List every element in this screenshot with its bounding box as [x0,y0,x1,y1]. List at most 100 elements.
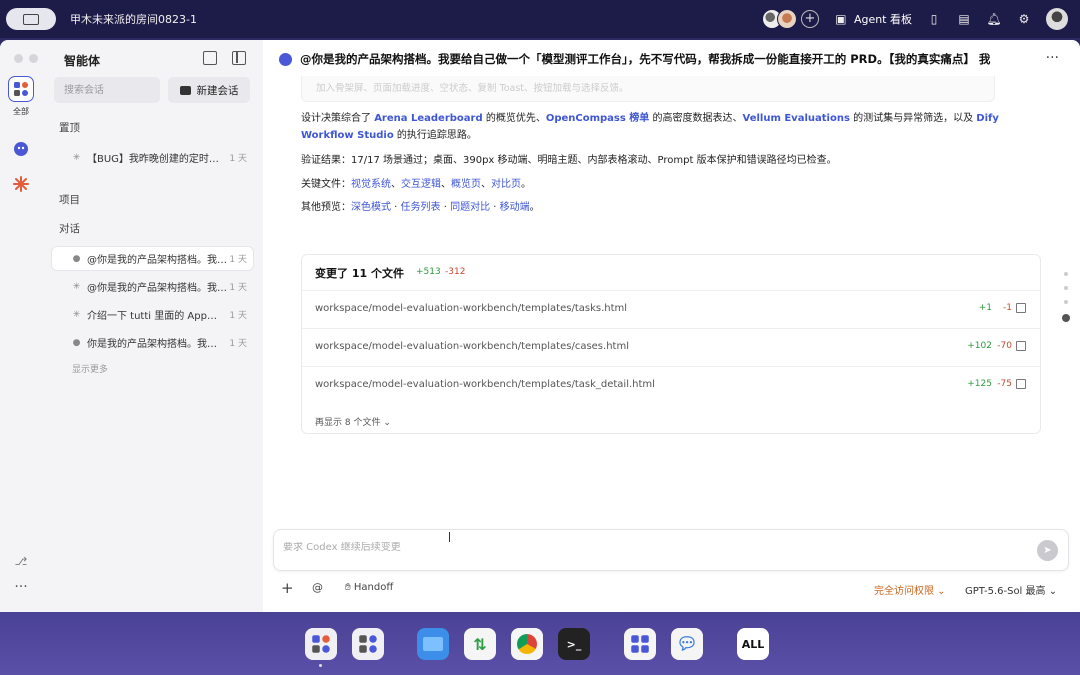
dock-app-grid[interactable] [624,628,656,660]
faded-text: 加入骨架屏、页面加载进度、空状态、复制 Toast、按钮加载与选择反馈。 [316,83,629,94]
pinned-item[interactable]: ✳ 【BUG】我昨晚创建的定时… 1 天 [52,146,253,169]
gear-icon[interactable]: ⚙ [1016,11,1032,27]
chat-item[interactable]: ● @你是我的产品架构搭档。我… 1 天 [52,247,253,270]
dock-app-all[interactable]: ALL [737,628,769,660]
open-external-icon[interactable] [203,51,217,65]
total-added: +513 [416,267,441,277]
agent-board-button[interactable]: ▣ Agent 看板 [833,11,912,27]
dock-app-transfer[interactable]: ⇅ [464,628,496,660]
toggle-sidebar-icon[interactable] [232,51,246,65]
prompt-input[interactable] [283,542,983,553]
terminal-icon: >_ [566,637,582,651]
conversation-pane: @你是我的产品架构搭档。我要给自己做一个「模型测评工作台」，先不写代码，帮我拆成… [263,40,1080,612]
apps-grid-icon [631,635,649,653]
rail-agent-button[interactable] [8,136,34,162]
file-row[interactable]: workspace/model-evaluation-workbench/tem… [302,290,1040,328]
total-removed: -312 [445,267,466,277]
rail-all-button[interactable] [8,76,34,102]
link-compare[interactable]: 对比页 [491,179,521,190]
more-icon[interactable]: ··· [8,574,34,600]
changed-files-card: 变更了 11 个文件 +513 -312 workspace/model-eva… [301,254,1041,434]
dock-app-chat[interactable]: 💬︎ [671,628,703,660]
participants[interactable]: + [761,9,819,29]
spark-icon: ✳ [72,309,81,320]
link-dify[interactable]: Dify [976,113,999,124]
user-avatar[interactable] [1046,8,1068,30]
conversation-header: @你是我的产品架构搭档。我要给自己做一个「模型测评工作台」，先不写代码，帮我拆成… [279,50,1059,68]
dock-app-agent[interactable] [305,628,337,660]
chat-bubbles-icon: 💬︎ [676,634,698,654]
board-icon: ▣ [835,12,847,26]
chat-item[interactable]: ● 你是我的产品架构搭档。我… 1 天 [52,331,253,354]
all-label: ALL [741,637,765,651]
agent-icon [14,142,28,156]
link-dark-mode[interactable]: 深色模式 [351,202,391,213]
access-select[interactable]: 完全访问权限 ⌄ [874,582,946,597]
rail-all-label: 全部 [13,107,29,116]
mention-icon[interactable]: @ [312,581,323,594]
handoff-button[interactable]: ✋︎ Handoff [345,582,393,593]
composer-toolbar: + @ ✋︎ Handoff 完全访问权限 ⌄ GPT-5.6-Sol 最高 ⌄ [281,579,1061,599]
file-row[interactable]: workspace/model-evaluation-workbench/tem… [302,366,1040,404]
link-arena[interactable]: Arena Leaderboard [374,113,482,124]
chat-item[interactable]: ✳ @你是我的产品架构搭档。我… 1 天 [52,275,253,298]
link-mobile[interactable]: 移动端 [500,202,530,213]
share-icon[interactable]: ⎇ [8,548,34,574]
add-participant-icon[interactable]: + [800,10,819,28]
link-interaction[interactable]: 交互逻辑 [401,179,441,190]
text-cursor [449,532,450,542]
pinned-label: 置顶 [59,122,80,134]
agent-icon [279,52,292,66]
folder-icon [423,637,443,651]
link-task-list[interactable]: 任务列表 [401,202,441,213]
file-row[interactable]: workspace/model-evaluation-workbench/tem… [302,328,1040,366]
file-path: workspace/model-evaluation-workbench/tem… [315,303,628,314]
link-opencompass[interactable]: OpenCompass 榜单 [546,113,649,124]
device-icon[interactable] [6,8,56,30]
dock-app-terminal[interactable]: >_ [558,628,590,660]
dock-app-chrome[interactable] [511,628,543,660]
grid-apps-icon [359,635,377,653]
transfer-icon: ⇅ [473,634,487,654]
design-note: 设计决策综合了 Arena Leaderboard 的概览优先、OpenComp… [301,113,999,141]
dock-app-agents-2[interactable] [352,628,384,660]
link-overview[interactable]: 概览页 [451,179,481,190]
sidebar-title: 智能体 [64,54,101,68]
add-attachment-icon[interactable]: + [281,579,294,597]
dock: ⇅ >_ 💬︎ ALL [0,612,1080,675]
show-more-files-button[interactable]: 再显示 8 个文件 ⌄ [315,415,391,428]
link-vellum[interactable]: Vellum Evaluations [743,113,850,124]
screen-icon[interactable]: ▤ [956,11,972,27]
changed-files-title: 变更了 11 个文件 [315,267,404,280]
open-file-icon[interactable] [1016,341,1026,351]
agent-icon: ● [72,337,81,348]
link-same-question[interactable]: 同题对比 [450,202,490,213]
send-button[interactable]: ➤ [1037,540,1058,561]
link-visual-system[interactable]: 视觉系统 [351,179,391,190]
participant-avatar [776,9,797,29]
bookmark-icon[interactable]: ▯ [926,11,942,27]
dock-app-folder[interactable] [417,628,449,660]
spark-icon: ✳ [72,281,81,292]
scroll-indicator[interactable] [1062,272,1070,322]
projects-label: 项目 [59,194,80,206]
search-input[interactable] [54,77,160,103]
agent-board-label: Agent 看板 [853,13,912,26]
agent-icon: ● [72,253,81,264]
link-workflow-studio[interactable]: Workflow Studio [301,130,394,141]
bell-icon[interactable]: 🔔︎ [986,11,1002,27]
new-chat-button[interactable]: 新建会话 [168,77,250,103]
model-select[interactable]: GPT-5.6-Sol 最高 ⌄ [965,582,1057,597]
verify-result: 验证结果：17/17 场景通过；桌面、390px 移动端、明暗主题、内部表格滚动… [301,155,837,166]
grid-apps-icon [312,635,330,653]
close-dot[interactable] [14,54,23,63]
more-options-icon[interactable]: ··· [1046,50,1059,66]
minimize-dot[interactable] [29,54,38,63]
chat-item[interactable]: ✳ 介绍一下 tutti 里面的 App… 1 天 [52,303,253,326]
open-file-icon[interactable] [1016,379,1026,389]
file-path: workspace/model-evaluation-workbench/tem… [315,341,629,352]
rail-spark-button[interactable] [8,171,34,197]
show-more-link[interactable]: 显示更多 [72,362,108,375]
conversation-title: @你是我的产品架构搭档。我要给自己做一个「模型测评工作台」，先不写代码，帮我拆成… [300,52,991,66]
open-file-icon[interactable] [1016,303,1026,313]
